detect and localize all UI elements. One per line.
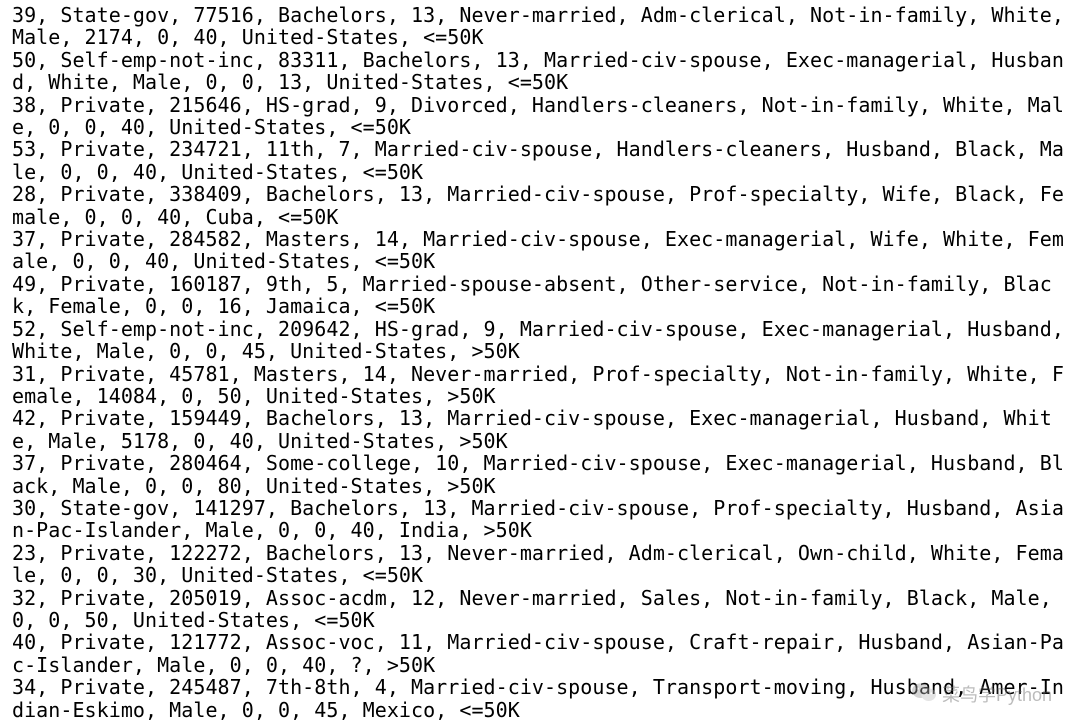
text-dump: 39, State-gov, 77516, Bachelors, 13, Nev… [0, 0, 1080, 721]
